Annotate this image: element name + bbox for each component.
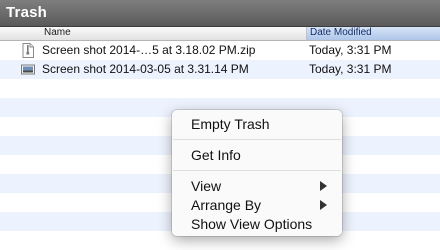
- menu-separator: [173, 139, 341, 140]
- menu-item-show-view-options[interactable]: Show View Options: [191, 216, 312, 232]
- submenu-arrow-icon: [320, 181, 327, 191]
- file-row[interactable]: Screen shot 2014-…5 at 3.18.02 PM.zip To…: [0, 41, 440, 60]
- column-header-date-label: Date Modified: [310, 27, 372, 38]
- menu-separator: [173, 170, 341, 171]
- window-title: Trash: [6, 4, 48, 21]
- window-titlebar[interactable]: Trash: [0, 0, 440, 27]
- zip-file-icon: [21, 43, 35, 58]
- column-header-bar: Name Date Modified: [0, 27, 440, 41]
- menu-item-get-info[interactable]: Get Info: [191, 147, 241, 163]
- menu-item-arrange-by[interactable]: Arrange By: [191, 197, 261, 213]
- file-date: Today, 3:31 PM: [309, 43, 392, 57]
- file-name: Screen shot 2014-03-05 at 3.31.14 PM: [42, 62, 249, 76]
- column-header-date-modified[interactable]: Date Modified: [307, 27, 440, 40]
- menu-item-empty-trash[interactable]: Empty Trash: [191, 116, 270, 132]
- file-name: Screen shot 2014-…5 at 3.18.02 PM.zip: [42, 43, 256, 57]
- file-date: Today, 3:31 PM: [309, 62, 392, 76]
- column-header-name-label: Name: [44, 27, 71, 38]
- screenshot-file-icon: [21, 62, 35, 77]
- empty-row: [0, 79, 440, 98]
- submenu-arrow-icon: [320, 200, 327, 210]
- column-header-name[interactable]: Name: [0, 27, 307, 40]
- context-menu: Empty Trash Get Info View Arrange By Sho…: [172, 110, 342, 236]
- menu-item-view[interactable]: View: [191, 178, 221, 194]
- file-row[interactable]: Screen shot 2014-03-05 at 3.31.14 PM Tod…: [0, 60, 440, 79]
